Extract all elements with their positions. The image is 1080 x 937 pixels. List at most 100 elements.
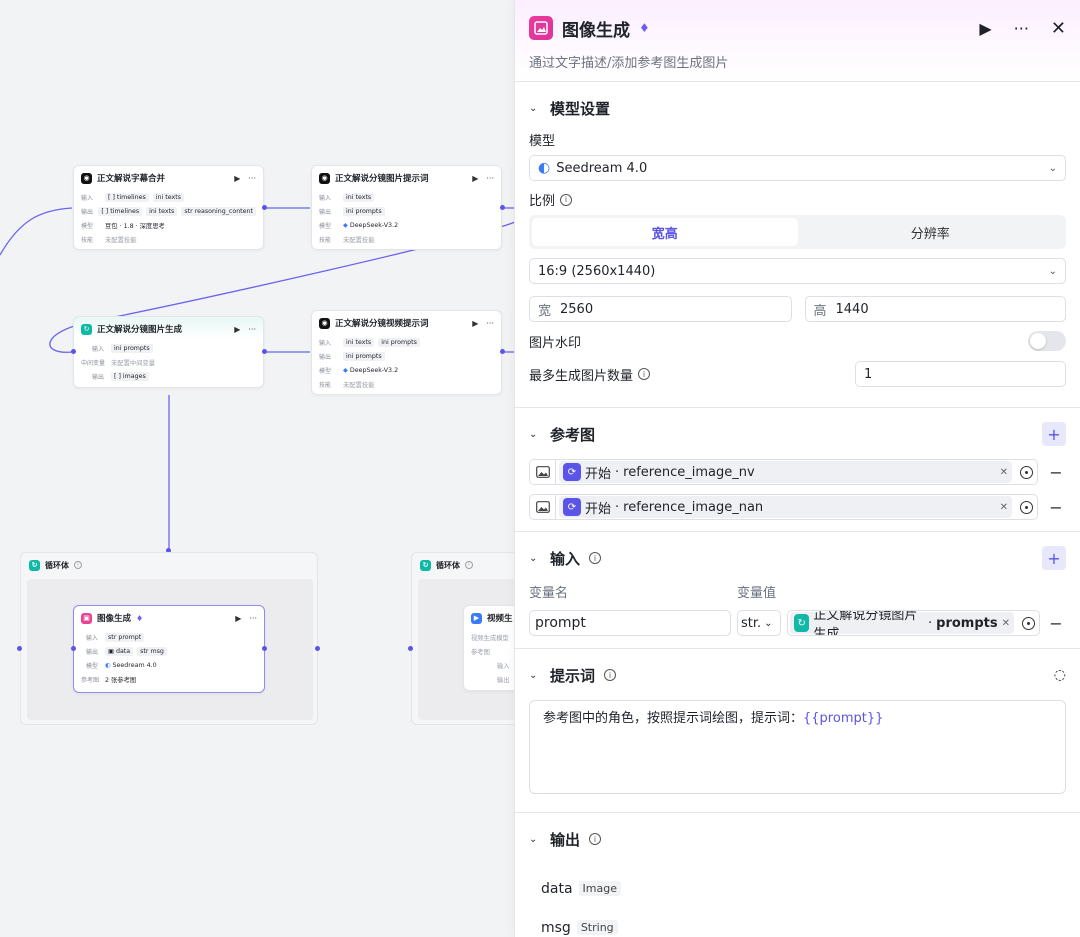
start-icon: ⟳	[563, 463, 581, 481]
port[interactable]	[71, 349, 76, 354]
skills-label: 技能	[81, 236, 94, 244]
var-name: reference_image_nv	[623, 464, 755, 480]
run-icon[interactable]: ▶	[472, 319, 478, 328]
info-icon[interactable]: i	[589, 552, 602, 564]
var-tag: ini prompts	[343, 206, 385, 216]
node-title: 正文解说字幕合并	[97, 174, 166, 184]
more-icon[interactable]: ···	[248, 325, 256, 334]
var-value-header: 变量值	[737, 586, 777, 601]
chevron-down-icon[interactable]: ⌄	[529, 670, 541, 681]
run-icon[interactable]: ▶	[234, 325, 240, 334]
run-icon[interactable]: ▶	[472, 174, 478, 183]
port[interactable]	[262, 349, 267, 354]
info-icon[interactable]: i	[560, 193, 573, 206]
input-label: 输入	[91, 345, 104, 353]
port[interactable]	[71, 646, 76, 651]
var-tag: str msg	[137, 646, 167, 656]
input-label: 输入	[81, 194, 94, 202]
var-value-field[interactable]: ↻ 正文解说分镜图片生成 · prompts ✕	[787, 610, 1040, 636]
port[interactable]	[262, 646, 267, 651]
llm-icon: ◉	[319, 172, 330, 184]
seedream-icon: ◐	[538, 160, 551, 176]
watermark-toggle[interactable]	[1028, 331, 1066, 351]
input-label: 输入	[319, 194, 332, 202]
remove-button[interactable]: −	[1046, 463, 1066, 482]
info-icon[interactable]: i	[589, 833, 602, 845]
port[interactable]	[17, 646, 22, 651]
image-icon	[530, 460, 556, 484]
more-icon[interactable]: ···	[1014, 19, 1029, 38]
width-input[interactable]: 宽 2560	[529, 296, 792, 322]
info-icon[interactable]: i	[465, 561, 473, 569]
port[interactable]	[500, 349, 505, 354]
output-section: ⌄ 输出 i data Image msg String	[515, 813, 1080, 937]
info-icon[interactable]: i	[638, 368, 651, 380]
skills-value: 未配置技能	[105, 236, 137, 244]
port[interactable]	[315, 646, 320, 651]
more-icon[interactable]: ···	[248, 174, 256, 183]
node-image-generation[interactable]: ▣ 图像生成 ♦ ▶ ··· 输入 str prompt 输出 ▣ data s…	[73, 605, 265, 693]
var-name-input[interactable]: prompt	[529, 610, 731, 636]
chevron-down-icon[interactable]: ⌄	[529, 103, 541, 114]
port[interactable]	[500, 205, 505, 210]
prompt-editor[interactable]: 参考图中的角色，按照提示词绘图，提示词：{{prompt}}	[529, 700, 1066, 794]
clear-icon[interactable]: ✕	[1000, 467, 1008, 478]
output-label: 输出	[319, 208, 332, 216]
add-reference-button[interactable]: +	[1042, 422, 1066, 446]
node-image-gen-loop[interactable]: ↻ 正文解说分镜图片生成 ▶ ··· 输入 ini prompts 中间变量 未…	[73, 316, 264, 388]
remove-button[interactable]: −	[1046, 498, 1066, 517]
node-title: 正文解说分镜图片生成	[97, 325, 183, 335]
width-prefix: 宽	[538, 303, 552, 319]
more-icon[interactable]: ···	[249, 614, 257, 623]
tab-resolution[interactable]: 分辨率	[798, 218, 1064, 246]
remove-button[interactable]: −	[1046, 614, 1066, 633]
tab-width-height[interactable]: 宽高	[532, 218, 798, 246]
run-icon[interactable]: ▶	[235, 614, 241, 623]
max-count-input[interactable]: 1	[855, 361, 1066, 387]
run-icon[interactable]: ▶	[979, 19, 991, 38]
variable-chip[interactable]: ⟳ 开始 · reference_image_nan ✕	[559, 496, 1012, 518]
var-type-select[interactable]: str. ⌄	[737, 610, 781, 636]
node-image-prompt[interactable]: ◉ 正文解说分镜图片提示词 ▶ ··· 输入 ini texts 输出 ini …	[311, 165, 502, 250]
chevron-down-icon: ⌄	[1048, 162, 1057, 174]
var-tag: ini texts	[343, 337, 375, 347]
input-variable-row: prompt str. ⌄ ↻ 正文解说分镜图片生成 · prompts ✕ −	[529, 610, 1066, 636]
chevron-down-icon[interactable]: ⌄	[529, 834, 541, 845]
add-input-button[interactable]: +	[1042, 546, 1066, 570]
edge-start-to-merge	[0, 207, 73, 256]
chevron-down-icon[interactable]: ⌄	[529, 553, 541, 564]
output-label: 输出	[85, 648, 98, 656]
more-icon[interactable]: ···	[486, 319, 494, 328]
ratio-select[interactable]: 16:9 (2560x1440) ⌄	[529, 258, 1066, 284]
var-tag: ▣ data	[105, 646, 134, 656]
variable-picker-icon[interactable]	[1015, 461, 1037, 483]
more-icon[interactable]: ···	[486, 174, 494, 183]
lightbulb-icon[interactable]: ◌	[1054, 667, 1066, 683]
input-label: 输入	[497, 662, 510, 670]
height-value: 1440	[835, 301, 869, 317]
var-source: 开始	[585, 501, 612, 517]
model-select[interactable]: ◐ Seedream 4.0 ⌄	[529, 155, 1066, 181]
output-type: Image	[578, 881, 621, 896]
loop-title: 循环体	[45, 560, 69, 570]
variable-chip[interactable]: ↻ 正文解说分镜图片生成 · prompts ✕	[790, 611, 1014, 635]
clear-icon[interactable]: ✕	[1000, 502, 1008, 513]
info-icon[interactable]: i	[604, 669, 617, 681]
node-video-prompt[interactable]: ◉ 正文解说分镜视频提示词 ▶ ··· 输入 ini texts ini pro…	[311, 310, 502, 395]
port[interactable]	[262, 205, 267, 210]
info-icon[interactable]: i	[74, 561, 82, 569]
height-input[interactable]: 高 1440	[804, 296, 1066, 322]
variable-picker-icon[interactable]	[1015, 496, 1037, 518]
var-tag: ini texts	[343, 192, 375, 202]
chevron-down-icon[interactable]: ⌄	[529, 429, 541, 440]
variable-picker-icon[interactable]	[1017, 612, 1039, 634]
port[interactable]	[408, 646, 413, 651]
section-title: 模型设置	[550, 99, 611, 118]
variable-chip[interactable]: ⟳ 开始 · reference_image_nv ✕	[559, 461, 1012, 483]
node-subtitle-merge[interactable]: ◉ 正文解说字幕合并 ▶ ··· 输入 [ ] timelines ini te…	[73, 165, 264, 250]
node-title: 正文解说分镜图片提示词	[335, 174, 429, 184]
run-icon[interactable]: ▶	[234, 174, 240, 183]
clear-icon[interactable]: ✕	[1002, 618, 1010, 629]
close-icon[interactable]: ✕	[1051, 18, 1066, 39]
max-count-label: 最多生成图片数量 i	[529, 365, 651, 384]
